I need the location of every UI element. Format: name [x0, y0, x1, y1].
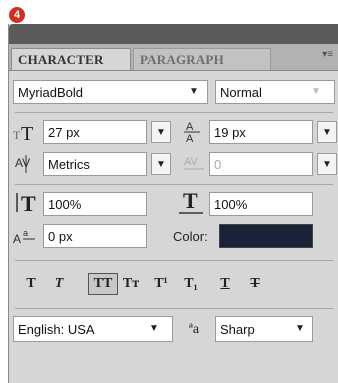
kerning-value: Metrics [48, 156, 90, 172]
horizontal-scale-icon: T [177, 190, 205, 216]
kerning-dropdown[interactable]: ▼ [151, 153, 171, 175]
antialias-icon: ªa [189, 322, 200, 337]
strikethrough-icon: T [250, 276, 260, 291]
leading-input[interactable]: 19 px [209, 120, 313, 144]
chevron-down-icon[interactable]: ▼ [149, 323, 159, 334]
svg-text:A: A [186, 121, 194, 133]
faux-bold-icon: T [26, 276, 36, 291]
color-swatch[interactable] [219, 224, 313, 248]
font-family-value: MyriadBold [18, 84, 84, 100]
vertical-scale-input[interactable]: 100% [43, 192, 147, 216]
all-caps-icon: TT [93, 276, 113, 291]
antialias-value: Sharp [220, 321, 255, 337]
font-family-select[interactable]: MyriadBold [13, 80, 208, 104]
font-size-value: 27 px [48, 124, 80, 140]
vertical-scale-value: 100% [48, 196, 82, 212]
divider [15, 112, 333, 113]
svg-text:AV: AV [184, 156, 199, 168]
language-value: English: USA [18, 321, 95, 337]
superscript-button[interactable]: T¹ [150, 273, 172, 295]
horizontal-scale-input[interactable]: 100% [209, 192, 313, 216]
small-caps-icon: Tт [122, 276, 140, 291]
tracking-value: 0 [214, 156, 222, 172]
kerning-select[interactable]: Metrics [43, 152, 147, 176]
tracking-icon: AV [181, 152, 207, 176]
font-size-input[interactable]: 27 px [43, 120, 147, 144]
all-caps-button[interactable]: TT [88, 273, 118, 295]
chevron-down-icon[interactable]: ▼ [189, 86, 199, 97]
svg-text:A: A [13, 232, 21, 246]
leading-value: 19 px [214, 124, 246, 140]
step-badge: 4 [9, 7, 25, 23]
subscript-button[interactable]: T₁ [180, 273, 202, 295]
svg-text:T: T [13, 128, 21, 142]
tracking-input[interactable]: 0 [209, 152, 313, 176]
faux-italic-button[interactable]: T [48, 273, 70, 295]
svg-text:T: T [183, 190, 198, 213]
font-size-dropdown[interactable]: ▼ [151, 121, 171, 143]
panel-titlebar[interactable] [9, 24, 338, 44]
strikethrough-button[interactable]: T [244, 273, 266, 295]
leading-dropdown[interactable]: ▼ [317, 121, 337, 143]
svg-text:T: T [21, 123, 33, 143]
superscript-icon: T¹ [154, 276, 168, 291]
tracking-dropdown[interactable]: ▼ [317, 153, 337, 175]
tab-character[interactable]: CHARACTER [11, 48, 131, 70]
character-panel: CHARACTER PARAGRAPH ▾≡ MyriadBold ▼ Norm… [8, 24, 338, 383]
baseline-shift-input[interactable]: 0 px [43, 224, 147, 248]
kerning-icon: AV [13, 152, 39, 176]
small-caps-button[interactable]: Tт [120, 273, 142, 295]
baseline-shift-value: 0 px [48, 228, 73, 244]
font-size-icon: TT [13, 120, 39, 144]
leading-icon: AA [181, 118, 205, 146]
underline-button[interactable]: T [214, 273, 236, 295]
divider [15, 260, 333, 261]
tab-paragraph[interactable]: PARAGRAPH [133, 48, 271, 70]
horizontal-scale-value: 100% [214, 196, 248, 212]
faux-bold-button[interactable]: T [20, 273, 42, 295]
svg-text:AV: AV [15, 156, 30, 170]
panel-menu-icon[interactable]: ▾≡ [322, 49, 333, 60]
color-label: Color: [173, 229, 208, 244]
divider [15, 184, 333, 185]
chevron-down-icon[interactable]: ▼ [295, 323, 305, 334]
tab-strip: CHARACTER PARAGRAPH ▾≡ [9, 44, 338, 71]
subscript-icon: T₁ [184, 276, 198, 291]
faux-italic-icon: T [54, 276, 64, 291]
font-style-value: Normal [220, 84, 262, 100]
svg-text:A: A [186, 133, 194, 145]
svg-text:a: a [23, 228, 28, 238]
underline-icon: T [220, 276, 230, 291]
vertical-scale-icon: T [13, 190, 41, 216]
chevron-down-icon[interactable]: ▼ [311, 86, 321, 97]
baseline-shift-icon: Aa [13, 224, 39, 248]
svg-text:T: T [21, 191, 36, 216]
divider [15, 308, 333, 309]
